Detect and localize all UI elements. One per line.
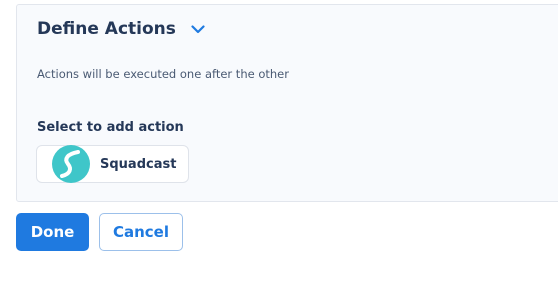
select-action-label: Select to add action bbox=[37, 120, 184, 135]
define-actions-panel: Define Actions Actions will be executed … bbox=[16, 4, 558, 202]
action-tile-label: Squadcast bbox=[100, 156, 177, 172]
actions-hint-text: Actions will be executed one after the o… bbox=[37, 67, 289, 81]
panel-header[interactable]: Define Actions bbox=[37, 19, 206, 39]
action-tile-squadcast[interactable]: Squadcast bbox=[36, 145, 189, 183]
squadcast-logo-icon bbox=[52, 145, 90, 183]
chevron-down-icon[interactable] bbox=[190, 21, 206, 37]
panel-title: Define Actions bbox=[37, 19, 176, 39]
cancel-button[interactable]: Cancel bbox=[99, 213, 183, 251]
done-button[interactable]: Done bbox=[16, 213, 89, 251]
